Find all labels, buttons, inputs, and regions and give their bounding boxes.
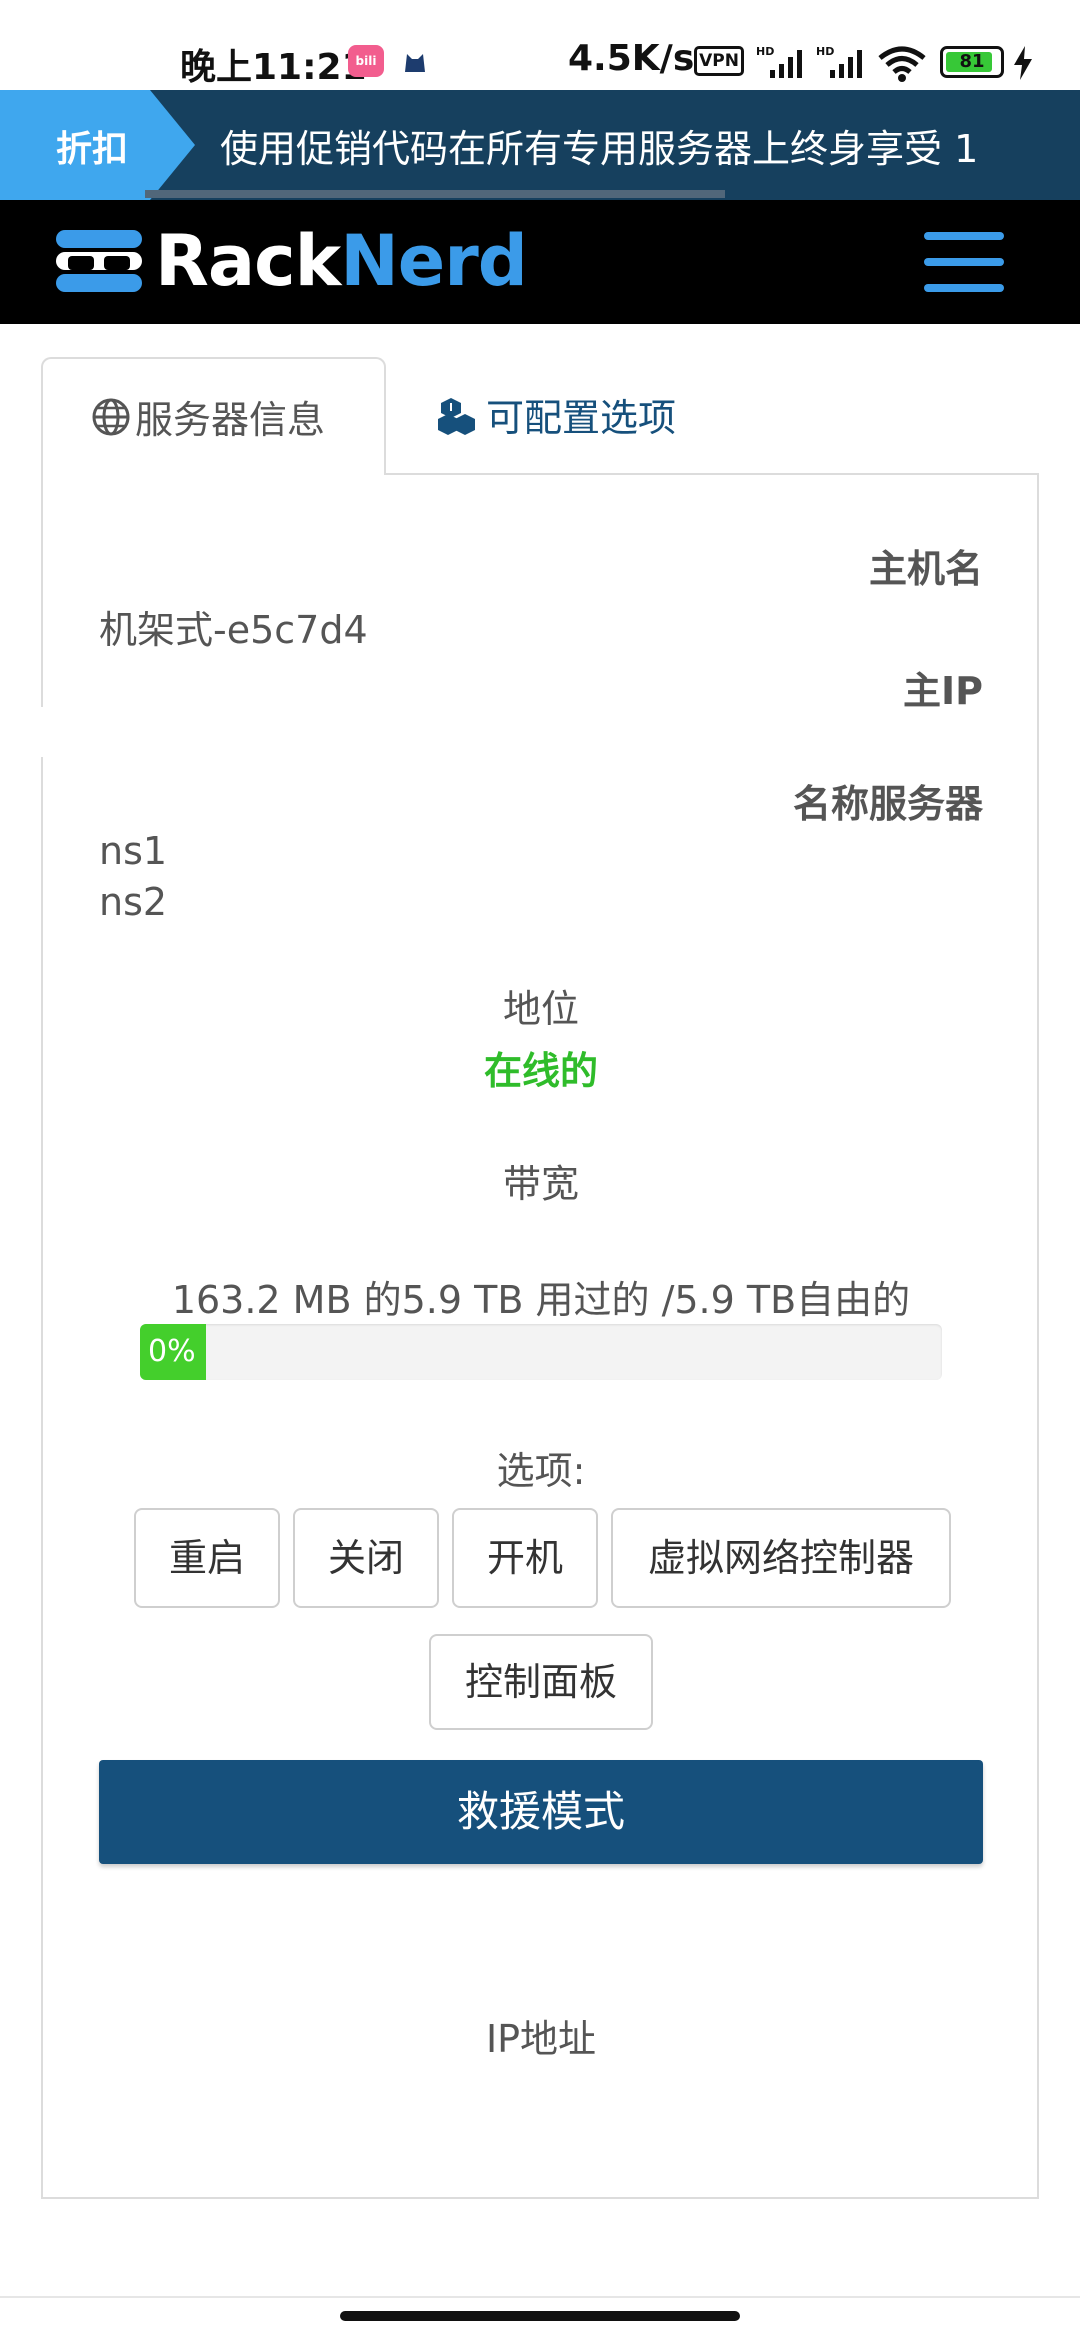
- tab-label: 服务器信息: [135, 398, 326, 442]
- bandwidth-progress-bar: 0%: [140, 1324, 942, 1380]
- cat-icon: [405, 54, 425, 72]
- ip-address-label: IP地址: [485, 2017, 597, 2061]
- control-panel-button[interactable]: 控制面板: [429, 1634, 653, 1730]
- status-value: 在线的: [483, 1049, 598, 1093]
- charging-icon: [1014, 46, 1032, 80]
- rescue-mode-button[interactable]: 救援模式: [99, 1760, 983, 1864]
- hostname-label: 主机名: [868, 547, 983, 591]
- signal-icon: HD: [756, 45, 802, 78]
- tab-label: 可配置选项: [486, 396, 677, 440]
- racknerd-logo[interactable]: RackNerd: [155, 220, 528, 302]
- logo-text-rack: Rack: [155, 220, 341, 302]
- options-label: 选项:: [496, 1449, 586, 1493]
- globe-icon: [92, 398, 130, 436]
- nameserver-2: ns2: [99, 880, 168, 924]
- battery-level: 81: [959, 51, 985, 72]
- hamburger-menu-icon[interactable]: [924, 232, 1004, 296]
- status-time: 晚上11:21: [180, 47, 367, 88]
- reboot-button[interactable]: 重启: [134, 1508, 280, 1608]
- wifi-icon: [878, 46, 926, 82]
- status-label: 地位: [502, 987, 579, 1031]
- main-ip-label: 主IP: [903, 669, 983, 713]
- svg-text:HD: HD: [756, 45, 774, 58]
- redacted-ip-value: [0, 707, 419, 757]
- promo-tag-label: 折扣: [56, 129, 129, 170]
- promo-banner[interactable]: 折扣 使用促销代码在所有专用服务器上终身享受 1: [0, 90, 1080, 200]
- tab-server-info[interactable]: 服务器信息: [41, 357, 386, 475]
- hostname-value: 机架式-e5c7d4: [99, 608, 368, 652]
- signal-icon: HD: [816, 45, 862, 78]
- shutdown-button[interactable]: 关闭: [293, 1508, 439, 1608]
- vpn-icon: VPN: [694, 46, 744, 76]
- bandwidth-usage: 163.2 MB 的5.9 TB 用过的 /5.9 TB自由的: [171, 1278, 911, 1322]
- logo-text-nerd: Nerd: [340, 220, 528, 302]
- boot-button[interactable]: 开机: [452, 1508, 598, 1608]
- vnc-button[interactable]: 虚拟网络控制器: [611, 1508, 951, 1608]
- nav-divider: [0, 2296, 1080, 2298]
- battery-icon: 81: [940, 46, 1004, 78]
- nameservers-label: 名称服务器: [792, 782, 983, 826]
- nameserver-1: ns1: [99, 829, 168, 873]
- cubes-icon: [438, 398, 475, 435]
- svg-text:HD: HD: [816, 45, 834, 58]
- redacted-ip-list: [243, 2087, 843, 2147]
- promo-progress-bar: [145, 190, 725, 198]
- site-header: RackNerd: [0, 200, 1080, 324]
- network-speed: 4.5K/s: [568, 38, 695, 79]
- promo-text[interactable]: 使用促销代码在所有专用服务器上终身享受 1: [220, 118, 978, 173]
- home-indicator[interactable]: [340, 2311, 740, 2321]
- bandwidth-label: 带宽: [502, 1162, 579, 1206]
- bilibili-icon: bili: [348, 45, 384, 77]
- server-info-panel: 主机名 机架式-e5c7d4 主IP 名称服务器 ns1 ns2 地位 在线的 …: [0, 473, 1039, 2199]
- tab-configurable-options[interactable]: 可配置选项: [430, 357, 730, 475]
- bandwidth-percent: 0%: [148, 1334, 196, 1369]
- status-bar: 晚上11:21 bili 4.5K/s VPN HD HD 81: [0, 0, 1080, 90]
- racknerd-logo-icon[interactable]: [56, 230, 142, 292]
- bandwidth-progress-fill: 0%: [140, 1324, 206, 1380]
